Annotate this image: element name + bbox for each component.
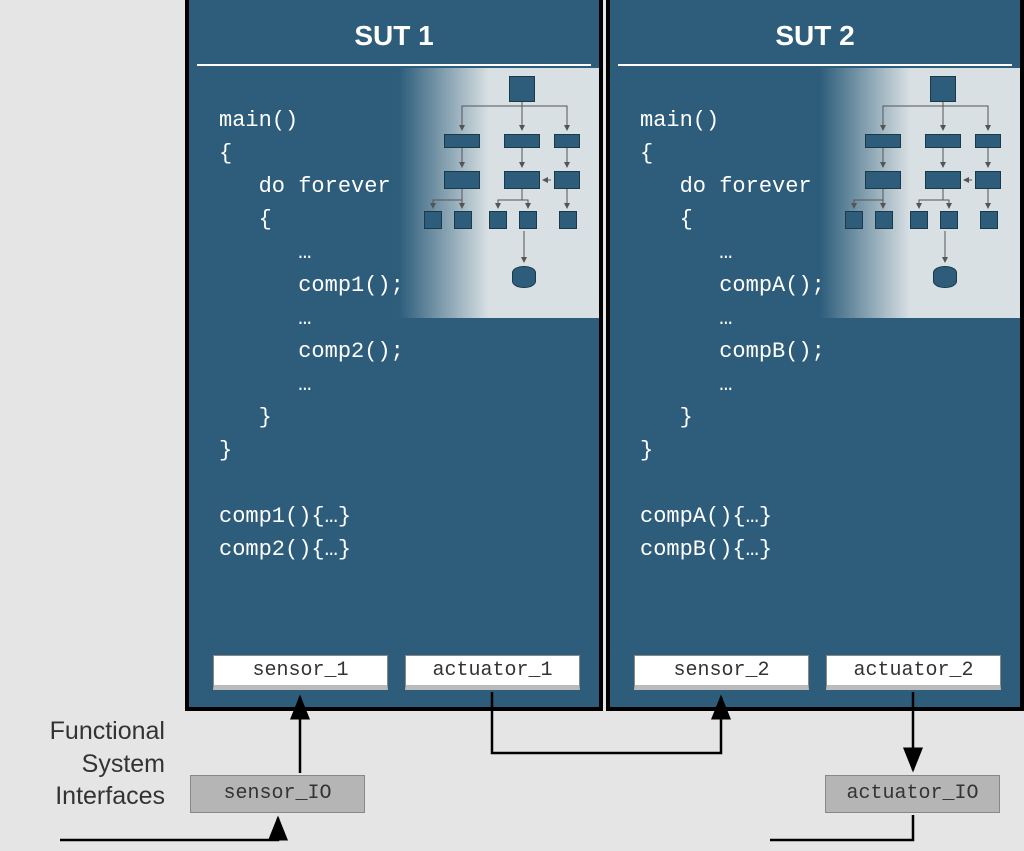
sut1-container: SUT 1	[185, 0, 603, 711]
sensor-io-box: sensor_IO	[190, 775, 365, 813]
sensor-1-tab: sensor_1	[213, 655, 388, 690]
sut2-code-area: main() { do forever { … compA(); … compB…	[610, 66, 1020, 566]
sut1-code-area: main() { do forever { … comp1(); … comp2…	[189, 66, 599, 566]
actuator-2-tab: actuator_2	[826, 655, 1001, 690]
sensor-2-tab: sensor_2	[634, 655, 809, 690]
sut1-flowchart-icon	[419, 76, 589, 306]
actuator-io-box: actuator_IO	[825, 775, 1000, 813]
sut2-container: SUT 2	[606, 0, 1024, 711]
actuator-1-tab: actuator_1	[405, 655, 580, 690]
sut2-title: SUT 2	[618, 0, 1012, 66]
functional-system-interfaces-label: Functional System Interfaces	[10, 715, 165, 813]
sut2-flowchart-icon	[840, 76, 1010, 306]
sut1-title: SUT 1	[197, 0, 591, 66]
